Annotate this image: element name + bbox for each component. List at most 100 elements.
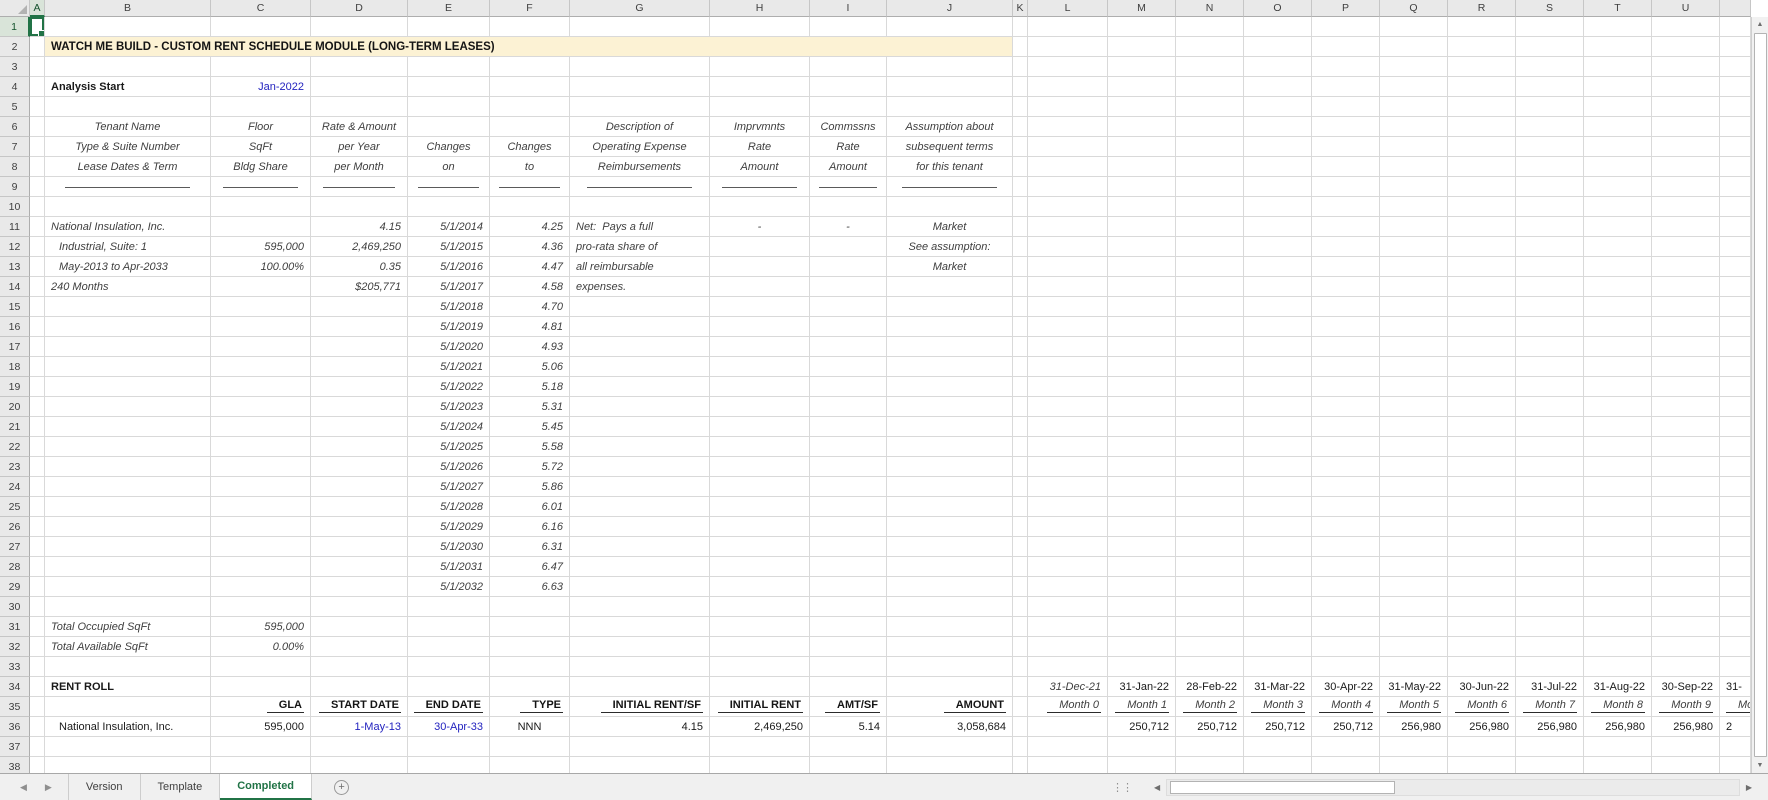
cell-T5[interactable] [1584,97,1652,117]
cell-L27[interactable] [1028,537,1108,557]
cell-S5[interactable] [1516,97,1584,117]
cell-M37[interactable] [1108,737,1176,757]
cell-C22[interactable] [211,437,311,457]
cell-S15[interactable] [1516,297,1584,317]
cell-K35[interactable] [1013,697,1028,717]
cell-D1[interactable] [311,17,408,37]
cell-F38[interactable] [490,757,570,773]
cell-C29[interactable] [211,577,311,597]
cell-H5[interactable] [710,97,810,117]
cell-L25[interactable] [1028,497,1108,517]
cell-F15[interactable]: 4.70 [490,297,570,317]
cell-Q9[interactable] [1380,177,1448,197]
cell-O26[interactable] [1244,517,1312,537]
cell-B10[interactable] [45,197,211,217]
cell-T22[interactable] [1584,437,1652,457]
cell-F35[interactable]: TYPE [490,697,570,717]
cell-S37[interactable] [1516,737,1584,757]
cell-T6[interactable] [1584,117,1652,137]
cell-K19[interactable] [1013,377,1028,397]
cell-N36[interactable]: 250,712 [1176,717,1244,737]
cell-P2[interactable] [1312,37,1380,57]
cell-V28[interactable] [1720,557,1751,577]
cell-C25[interactable] [211,497,311,517]
cell-Q8[interactable] [1380,157,1448,177]
cell-K20[interactable] [1013,397,1028,417]
cell-M22[interactable] [1108,437,1176,457]
cell-B28[interactable] [45,557,211,577]
cell-V11[interactable] [1720,217,1751,237]
column-header-B[interactable]: B [45,0,211,17]
sheet-tab-version[interactable]: Version [68,774,141,800]
cell-C33[interactable] [211,657,311,677]
cell-F9[interactable] [490,177,570,197]
cell-E28[interactable]: 5/1/2031 [408,557,490,577]
cell-F3[interactable] [490,57,570,77]
cell-H20[interactable] [710,397,810,417]
cell-E7[interactable]: Changes [408,137,490,157]
cell-D32[interactable] [311,637,408,657]
cell-N21[interactable] [1176,417,1244,437]
cell-V23[interactable] [1720,457,1751,477]
cell-S17[interactable] [1516,337,1584,357]
row-header-17[interactable]: 17 [0,337,30,357]
cell-H26[interactable] [710,517,810,537]
cell-Q36[interactable]: 256,980 [1380,717,1448,737]
cell-A33[interactable] [30,657,45,677]
cell-B38[interactable] [45,757,211,773]
cell-F1[interactable] [490,17,570,37]
cell-Q14[interactable] [1380,277,1448,297]
cell-J11[interactable]: Market [887,217,1013,237]
cell-F32[interactable] [490,637,570,657]
cell-J30[interactable] [887,597,1013,617]
cell-V24[interactable] [1720,477,1751,497]
cell-D12[interactable]: 2,469,250 [311,237,408,257]
row-header-10[interactable]: 10 [0,197,30,217]
cell-B5[interactable] [45,97,211,117]
cell-S30[interactable] [1516,597,1584,617]
cell-R20[interactable] [1448,397,1516,417]
cell-B23[interactable] [45,457,211,477]
cell-E25[interactable]: 5/1/2028 [408,497,490,517]
cell-U21[interactable] [1652,417,1720,437]
cell-Q5[interactable] [1380,97,1448,117]
cell-N3[interactable] [1176,57,1244,77]
cell-E13[interactable]: 5/1/2016 [408,257,490,277]
cell-C31[interactable]: 595,000 [211,617,311,637]
cell-U2[interactable] [1652,37,1720,57]
cell-M14[interactable] [1108,277,1176,297]
cell-R2[interactable] [1448,37,1516,57]
cell-O15[interactable] [1244,297,1312,317]
cell-J17[interactable] [887,337,1013,357]
cell-E10[interactable] [408,197,490,217]
cell-P6[interactable] [1312,117,1380,137]
cell-M16[interactable] [1108,317,1176,337]
cell-J3[interactable] [887,57,1013,77]
cell-O20[interactable] [1244,397,1312,417]
cell-U10[interactable] [1652,197,1720,217]
vertical-scrollbar-thumb[interactable] [1754,33,1767,757]
cell-N6[interactable] [1176,117,1244,137]
cell-J7[interactable]: subsequent terms [887,137,1013,157]
cell-R19[interactable] [1448,377,1516,397]
cell-N19[interactable] [1176,377,1244,397]
cell-C11[interactable] [211,217,311,237]
column-header-A[interactable]: A [30,0,45,17]
cell-Q30[interactable] [1380,597,1448,617]
cell-Q20[interactable] [1380,397,1448,417]
cell-I35[interactable]: AMT/SF [810,697,887,717]
cell-N35[interactable]: Month 2 [1176,697,1244,717]
cell-U26[interactable] [1652,517,1720,537]
cell-K7[interactable] [1013,137,1028,157]
column-header-S[interactable]: S [1516,0,1584,17]
cell-V22[interactable] [1720,437,1751,457]
cell-G16[interactable] [570,317,710,337]
cell-M5[interactable] [1108,97,1176,117]
cell-L34[interactable]: 31-Dec-21 [1028,677,1108,697]
cell-M28[interactable] [1108,557,1176,577]
cell-V4[interactable] [1720,77,1751,97]
cell-S3[interactable] [1516,57,1584,77]
cell-D5[interactable] [311,97,408,117]
cell-J14[interactable] [887,277,1013,297]
cell-L13[interactable] [1028,257,1108,277]
